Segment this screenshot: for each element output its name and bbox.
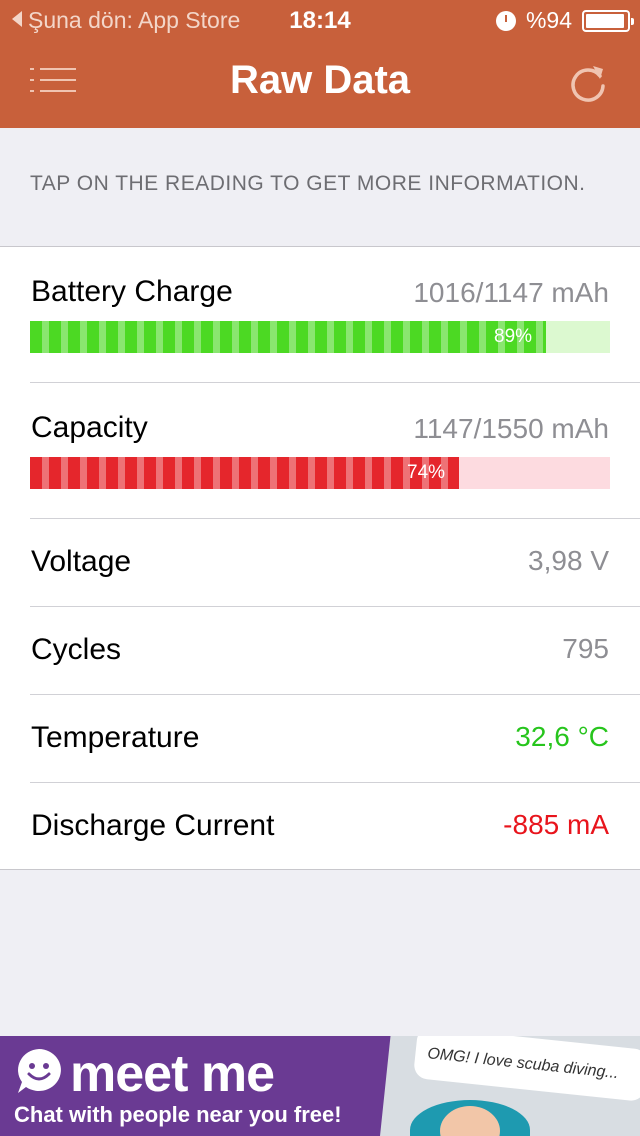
app-header: Şuna dön: App Store 18:14 %94 Raw Data: [0, 0, 640, 128]
battery-charge-bar: 89%: [30, 321, 610, 353]
battery-percent: %94: [525, 7, 572, 33]
battery-charge-row[interactable]: Battery Charge 1016/1147 mAh 89%: [0, 247, 640, 382]
ad-tagline: Chat with people near you free!: [14, 1102, 342, 1127]
battery-charge-value: 1016/1147 mAh: [413, 277, 609, 308]
battery-charge-fill: [30, 321, 546, 353]
cycles-label: Cycles: [31, 633, 122, 666]
voltage-label: Voltage: [31, 545, 132, 578]
capacity-label: Capacity: [31, 411, 148, 444]
capacity-bar: 74%: [30, 457, 610, 489]
battery-charge-label: Battery Charge: [31, 275, 233, 308]
battery-charge-percent: 89%: [494, 326, 533, 347]
smiley-chat-icon: [18, 1049, 61, 1093]
status-right: %94: [495, 7, 634, 34]
temperature-label: Temperature: [31, 721, 200, 754]
capacity-value: 1147/1550 mAh: [413, 413, 609, 444]
voltage-row[interactable]: Voltage 3,98 V: [0, 519, 640, 606]
alarm-icon: [495, 10, 516, 31]
temperature-row[interactable]: Temperature 32,6 °C: [0, 695, 640, 782]
discharge-current-label: Discharge Current: [31, 809, 275, 842]
ad-brand: meet me: [70, 1045, 275, 1103]
navigation-bar: Raw Data: [0, 40, 640, 128]
meetme-ad-banner[interactable]: meet me Chat with people near you free! …: [0, 1036, 640, 1136]
cycles-value: 795: [562, 633, 609, 664]
temperature-value: 32,6 °C: [515, 721, 609, 752]
instruction-text: TAP ON THE READING TO GET MORE INFORMATI…: [30, 172, 586, 195]
page-title: Raw Data: [229, 58, 411, 102]
readings-list: Battery Charge 1016/1147 mAh 89% Capacit…: [0, 246, 640, 870]
capacity-fill: [30, 457, 459, 489]
cycles-row[interactable]: Cycles 795: [0, 607, 640, 694]
discharge-current-row[interactable]: Discharge Current -885 mA: [0, 783, 640, 870]
voltage-value: 3,98 V: [528, 545, 609, 576]
battery-icon: [582, 9, 634, 32]
discharge-current-value: -885 mA: [503, 809, 609, 840]
capacity-row[interactable]: Capacity 1147/1550 mAh 74%: [0, 383, 640, 518]
refresh-icon[interactable]: [566, 60, 610, 104]
status-bar: Şuna dön: App Store 18:14 %94: [0, 0, 640, 40]
capacity-percent: 74%: [407, 462, 446, 483]
